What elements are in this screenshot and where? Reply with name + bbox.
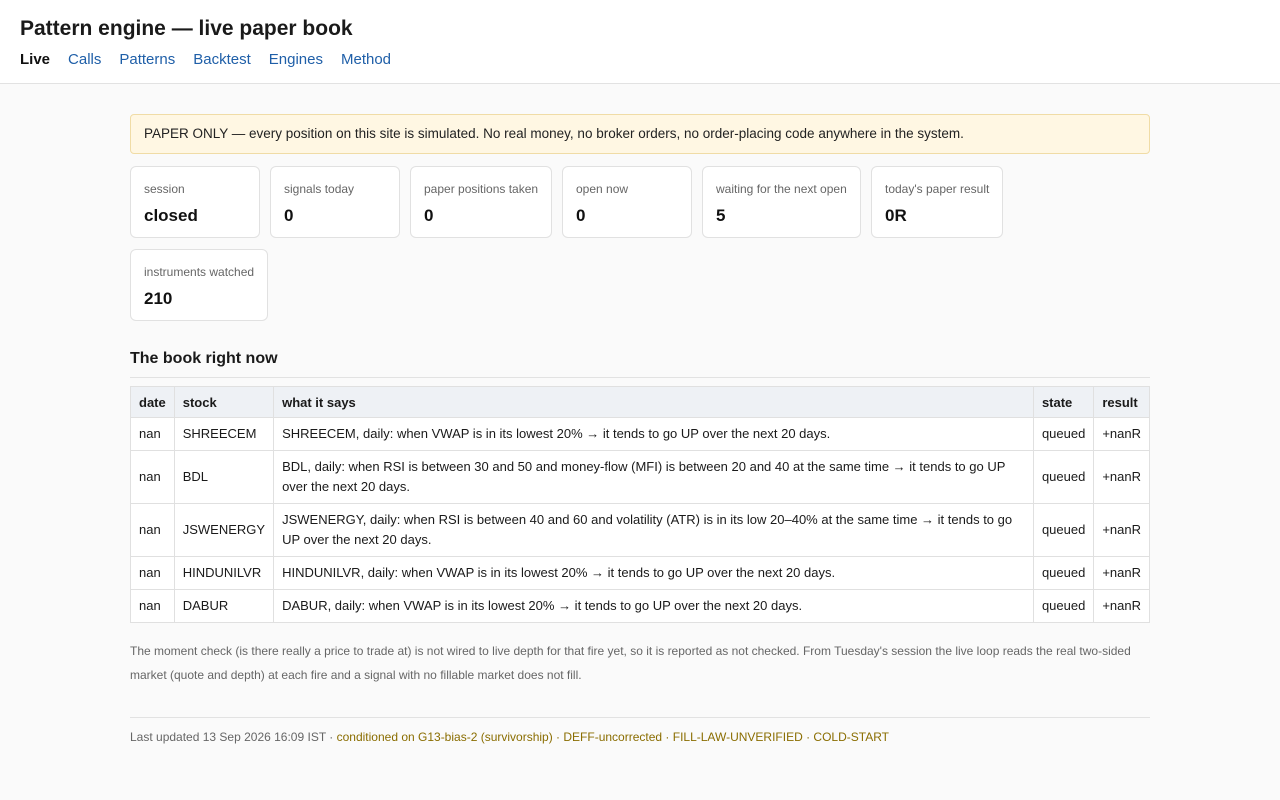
book-table: date stock what it says state result nan… [130, 386, 1150, 623]
cell-state: queued [1032, 556, 1095, 590]
stat-label: instruments watched [144, 265, 255, 279]
table-row: nan SHREECEM SHREECEM, daily: when VWAP … [130, 417, 1150, 451]
cell-stock: HINDUNILVR [173, 556, 275, 590]
column-header-date: date [130, 386, 175, 418]
page-title: Pattern engine — live paper book [20, 17, 353, 40]
moment-check-note: The moment check (is there really a pric… [130, 644, 1131, 682]
stat-card-signals-today: signals today 0 [270, 166, 400, 238]
stat-value: 0 [576, 206, 586, 225]
cell-date: nan [130, 417, 175, 451]
nav-method[interactable]: Method [341, 50, 391, 70]
cell-state: queued [1032, 417, 1095, 451]
status-flags: conditioned on G13-bias-2 (survivorship)… [336, 730, 889, 744]
nav-backtest[interactable]: Backtest [193, 50, 251, 70]
last-updated-text: Last updated 13 Sep 2026 16:09 IST · [130, 730, 337, 744]
column-header-state: state [1032, 386, 1095, 418]
table-row: nan HINDUNILVR HINDUNILVR, daily: when V… [130, 556, 1150, 590]
cell-result: +nanR [1093, 450, 1150, 504]
stat-card-instruments-watched: instruments watched 210 [130, 249, 268, 321]
book-section-title: The book right now [130, 349, 1150, 378]
top-nav: Live Calls Patterns Backtest Engines Met… [20, 50, 1260, 70]
stat-label: open now [576, 182, 629, 196]
cell-date: nan [130, 503, 175, 557]
stat-label: today's paper result [885, 182, 990, 196]
stat-label: session [144, 182, 185, 196]
cell-what-it-says: DABUR, daily: when VWAP is in its lowest… [273, 589, 1034, 623]
table-row: nan JSWENERGY JSWENERGY, daily: when RSI… [130, 503, 1150, 557]
cell-date: nan [130, 589, 175, 623]
cell-result: +nanR [1093, 556, 1150, 590]
table-header-row: date stock what it says state result [130, 386, 1150, 418]
nav-calls[interactable]: Calls [68, 50, 101, 70]
cell-state: queued [1032, 589, 1095, 623]
cell-stock: JSWENERGY [173, 503, 275, 557]
cell-stock: DABUR [173, 589, 275, 623]
nav-live[interactable]: Live [20, 50, 50, 70]
stat-value: 0 [424, 206, 434, 225]
page-header: Pattern engine — live paper book Live Ca… [0, 0, 1280, 84]
paper-only-banner: PAPER ONLY — every position on this site… [130, 114, 1150, 154]
stat-card-paper-result: today's paper result 0R [871, 166, 1003, 238]
stat-card-open-now: open now 0 [562, 166, 692, 238]
stat-label: paper positions taken [424, 182, 539, 196]
cell-result: +nanR [1093, 503, 1150, 557]
stat-card-positions-taken: paper positions taken 0 [410, 166, 552, 238]
stat-value: 210 [144, 289, 173, 308]
stat-card-waiting-next-open: waiting for the next open 5 [702, 166, 861, 238]
stat-value: 0R [885, 206, 907, 225]
cell-state: queued [1032, 450, 1095, 504]
cell-stock: BDL [173, 450, 275, 504]
main-content: PAPER ONLY — every position on this site… [130, 114, 1150, 746]
table-row: nan DABUR DABUR, daily: when VWAP is in … [130, 589, 1150, 623]
cell-state: queued [1032, 503, 1095, 557]
stat-value: closed [144, 206, 198, 225]
stat-value: 0 [284, 206, 294, 225]
stat-value: 5 [716, 206, 726, 225]
cell-date: nan [130, 450, 175, 504]
nav-patterns[interactable]: Patterns [119, 50, 175, 70]
cell-result: +nanR [1093, 417, 1150, 451]
stat-card-session: session closed [130, 166, 260, 238]
cell-result: +nanR [1093, 589, 1150, 623]
nav-engines[interactable]: Engines [269, 50, 323, 70]
column-header-stock: stock [173, 386, 275, 418]
stat-label: signals today [284, 182, 355, 196]
stats-cards: session closed signals today 0 paper pos… [130, 166, 1150, 321]
column-header-result: result [1093, 386, 1150, 418]
cell-what-it-says: SHREECEM, daily: when VWAP is in its low… [273, 417, 1034, 451]
stat-label: waiting for the next open [716, 182, 847, 196]
page-footer: Last updated 13 Sep 2026 16:09 IST · con… [130, 717, 1150, 746]
cell-stock: SHREECEM [173, 417, 275, 451]
cell-what-it-says: BDL, daily: when RSI is between 30 and 5… [273, 450, 1034, 504]
column-header-what-it-says: what it says [273, 386, 1034, 418]
cell-date: nan [130, 556, 175, 590]
table-row: nan BDL BDL, daily: when RSI is between … [130, 450, 1150, 504]
cell-what-it-says: JSWENERGY, daily: when RSI is between 40… [273, 503, 1034, 557]
cell-what-it-says: HINDUNILVR, daily: when VWAP is in its l… [273, 556, 1034, 590]
